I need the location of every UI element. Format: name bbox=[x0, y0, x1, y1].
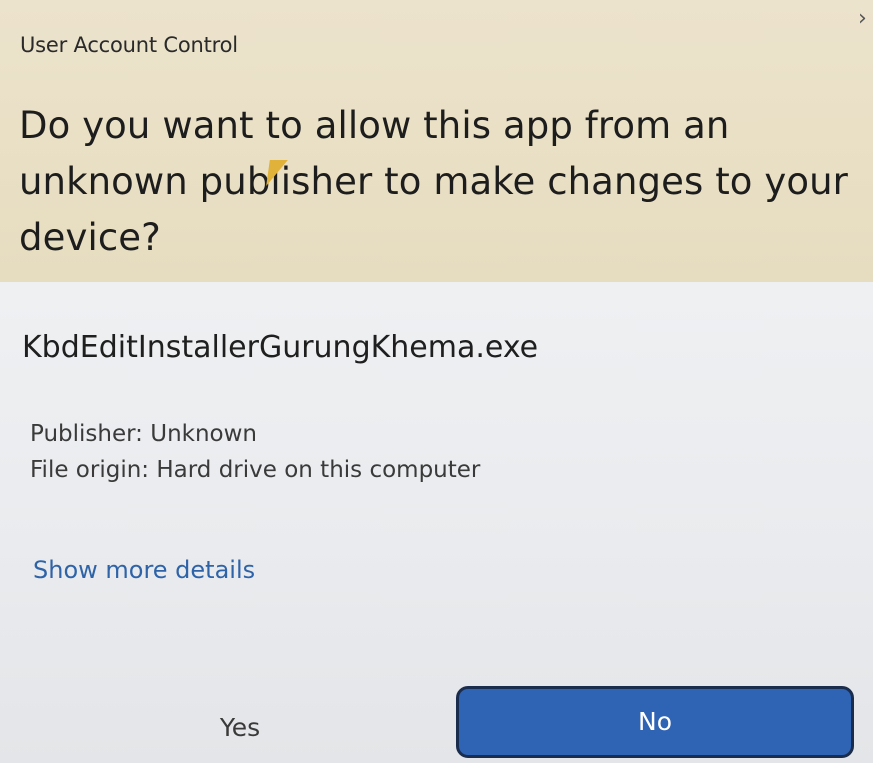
mouse-cursor-icon bbox=[266, 160, 288, 186]
close-icon[interactable]: › bbox=[858, 8, 867, 30]
dialog-title: User Account Control bbox=[20, 33, 238, 57]
uac-dialog: › User Account Control Do you want to al… bbox=[0, 0, 873, 763]
publisher-info: Publisher: Unknown bbox=[30, 421, 258, 447]
program-file-name: KbdEditInstallerGurungKhema.exe bbox=[22, 330, 539, 365]
prompt-question: Do you want to allow this app from an un… bbox=[19, 104, 848, 259]
yes-button[interactable]: Yes bbox=[30, 690, 450, 758]
file-origin-info: File origin: Hard drive on this computer bbox=[30, 457, 481, 483]
no-button[interactable]: No bbox=[456, 686, 854, 758]
show-more-details-link[interactable]: Show more details bbox=[33, 556, 255, 584]
